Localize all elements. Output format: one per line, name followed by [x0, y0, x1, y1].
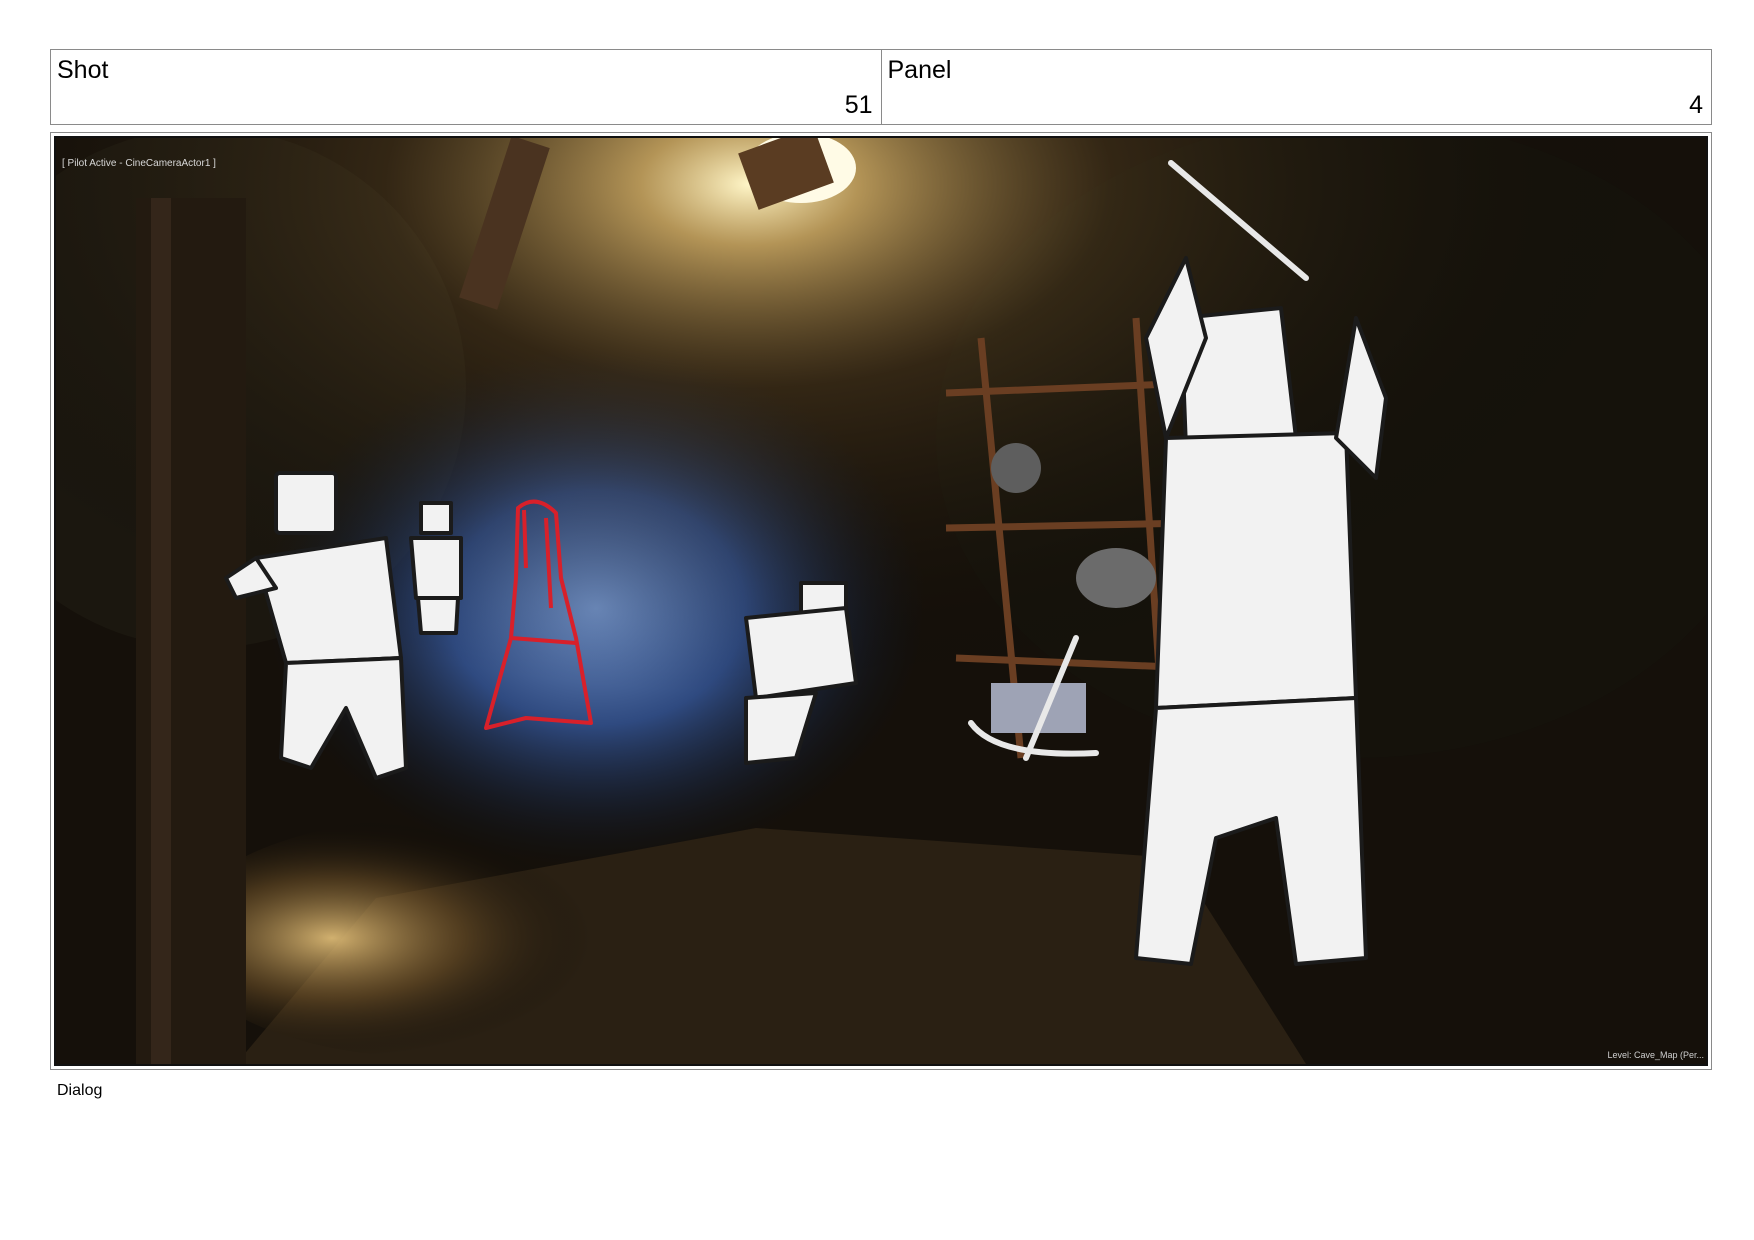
storyboard-frame: [ Pilot Active - CineCameraActor1 ] Leve… — [50, 132, 1712, 1070]
panel-cell: Panel 4 — [880, 50, 1712, 124]
shot-number: 51 — [844, 91, 873, 119]
panel-label: Panel — [887, 56, 952, 84]
level-overlay-label: Level: Cave_Map (Per... — [1607, 1050, 1704, 1060]
shot-label: Shot — [57, 56, 109, 84]
panel-number: 4 — [1689, 91, 1703, 119]
storyboard-image: [ Pilot Active - CineCameraActor1 ] Leve… — [54, 136, 1708, 1066]
shot-cell: Shot 51 — [51, 50, 881, 124]
viewport-overlay-label: [ Pilot Active - CineCameraActor1 ] — [62, 158, 216, 169]
shot-panel-header: Shot 51 Panel 4 — [50, 49, 1712, 125]
dialog-label: Dialog — [57, 1082, 103, 1099]
cave-scene-illustration — [56, 138, 1706, 1064]
